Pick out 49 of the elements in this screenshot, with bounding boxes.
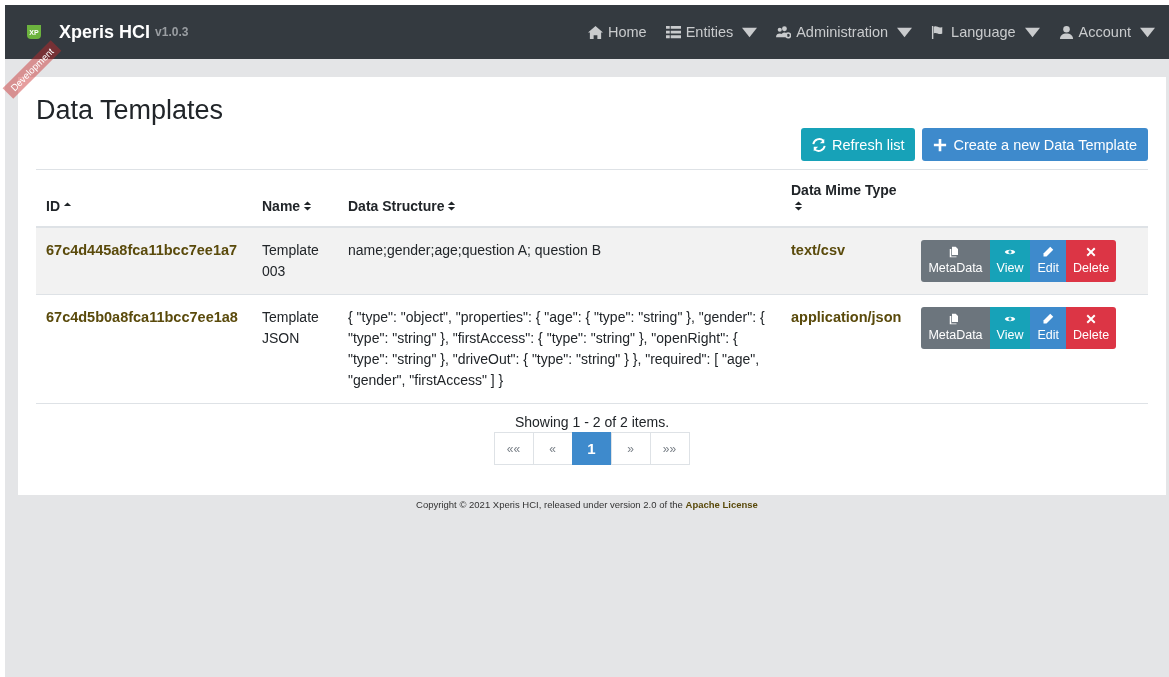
view-button[interactable]: View (989, 240, 1031, 282)
table-cell: Template JSON (262, 309, 319, 346)
pagination-summary: Showing 1 - 2 of 2 items. (514, 414, 670, 430)
view-button[interactable]: View (989, 307, 1031, 349)
mime-type-cell: text/csv (791, 242, 845, 258)
nav-menu-item[interactable]: Entities (665, 24, 758, 40)
sort-icon (303, 200, 313, 212)
nav-menu-item[interactable]: Home (587, 24, 647, 40)
user-icon (1058, 24, 1074, 40)
table-cell: { "type": "object", "properties": { "age": { "type": "string" }, "gender": { "type": "string" }, "firstAccess": { "type": "string" }, "openRight": { "type": "string" }, "driveOut": { "type": "string" } }, "required": [ "age", "gender", "firstAccess" ] } (348, 309, 765, 388)
metadata-button[interactable]: MetaData (921, 307, 990, 349)
delete-button[interactable]: Delete (1066, 240, 1117, 282)
list-icon (665, 24, 681, 40)
column-header[interactable]: ID (46, 198, 60, 214)
close-icon (1085, 313, 1098, 325)
column-header[interactable]: Data Structure (348, 198, 445, 214)
sort-icon (447, 200, 457, 212)
version-label: v1.0.3 (155, 25, 189, 39)
metadata-button[interactable]: MetaData (921, 240, 990, 282)
home-icon (587, 24, 603, 40)
mime-type-cell: application/json (791, 309, 902, 325)
sort-icon (794, 200, 803, 212)
column-header[interactable]: Name (262, 198, 301, 214)
refresh-icon (811, 137, 826, 152)
plus-icon (933, 137, 948, 152)
pagination-button[interactable]: » (610, 432, 651, 465)
close-icon (1085, 246, 1098, 258)
column-header[interactable]: Data Mime Type (791, 182, 897, 198)
pagination-button[interactable]: «« (493, 432, 534, 465)
nav-menu-item[interactable]: Account (1058, 24, 1155, 40)
id-link[interactable]: 67c4d5b0a8fca11bcc7ee1a8 (46, 309, 238, 325)
nav-menu-item[interactable]: Administration (776, 24, 913, 40)
pagination-button[interactable]: 1 (571, 432, 612, 465)
license-link[interactable]: Apache License (685, 499, 758, 510)
pencil-icon (1042, 246, 1055, 258)
copyright-text: Copyright © 2021 Xperis HCI, released under version 2.0 of the Apache License (415, 499, 759, 510)
delete-button[interactable]: Delete (1066, 307, 1117, 349)
pencil-icon (1042, 313, 1055, 325)
brand-name[interactable]: Xperis HCI (59, 21, 151, 43)
users-gear-icon (776, 24, 792, 40)
table-cell: Template 003 (262, 242, 319, 279)
pagination-button[interactable]: »» (649, 432, 690, 465)
table-cell: name;gender;age;question A; question B (348, 242, 601, 258)
edit-button[interactable]: Edit (1030, 240, 1066, 282)
create-button[interactable]: Create a new Data Template (922, 128, 1148, 161)
nav-menu-item[interactable]: Language (931, 24, 1040, 40)
pagination-button[interactable]: « (532, 432, 573, 465)
refresh-button[interactable]: Refresh list (800, 128, 916, 161)
edit-button[interactable]: Edit (1030, 307, 1066, 349)
